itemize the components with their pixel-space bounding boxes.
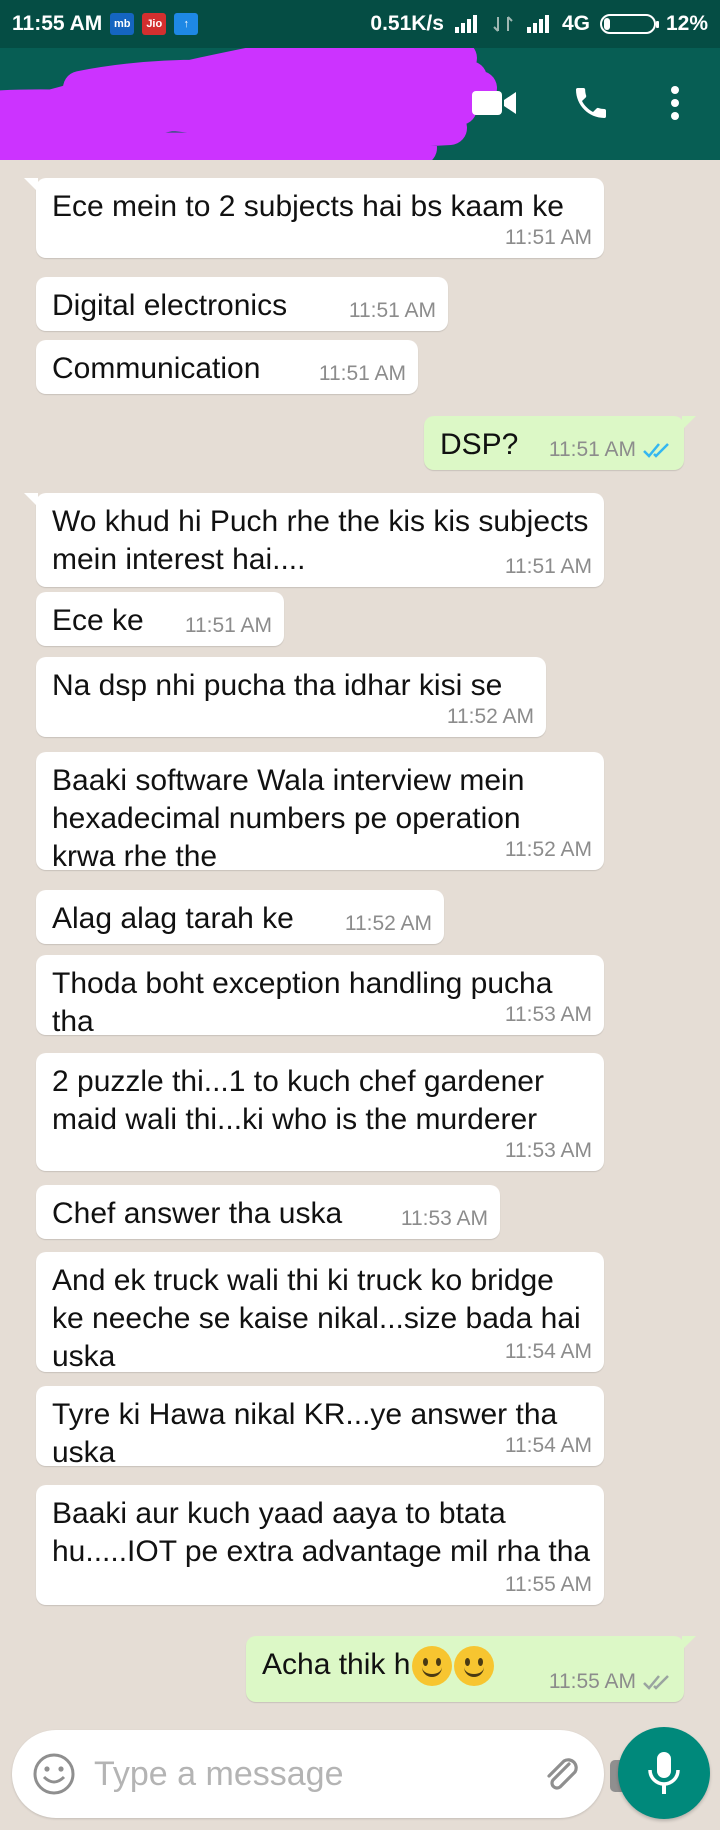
message-time-status: 11:55 AM	[549, 1670, 672, 1694]
message-time: 11:53 AM	[400, 1207, 488, 1230]
attach-icon[interactable]	[537, 1750, 585, 1798]
message-incoming[interactable]: Na dsp nhi pucha tha idhar kisi se 11:52…	[36, 657, 546, 737]
message-outgoing[interactable]: Acha thik h 11:55 AM	[246, 1636, 696, 1702]
read-ticks-icon	[643, 443, 669, 458]
message-time: 11:52 AM	[504, 838, 592, 861]
message-time: 11:51 AM	[548, 438, 636, 461]
message-incoming[interactable]: Tyre ki Hawa nikal KR...ye answer tha us…	[36, 1386, 604, 1469]
message-text-content: Acha thik h	[262, 1648, 411, 1681]
video-call-icon[interactable]	[470, 78, 520, 128]
smiley-emoji-icon	[454, 1646, 495, 1687]
emoji-icon[interactable]	[30, 1750, 78, 1798]
message-time: 11:53 AM	[504, 1139, 592, 1162]
smiley-emoji-icon	[412, 1646, 453, 1687]
message-incoming[interactable]: Baaki aur kuch yaad aaya to btata hu....…	[36, 1485, 604, 1605]
more-options-icon[interactable]	[650, 78, 700, 128]
status-time: 11:55 AM	[12, 12, 103, 35]
message-time: 11:53 AM	[504, 1003, 592, 1026]
message-input[interactable]	[94, 1754, 537, 1794]
message-incoming[interactable]: Wo khud hi Puch rhe the kis kis subjects…	[24, 493, 604, 587]
message-time: 11:54 AM	[504, 1434, 592, 1457]
message-time-status: 11:51 AM	[549, 438, 672, 462]
message-time: 11:51 AM	[348, 299, 436, 322]
mic-icon	[648, 1752, 680, 1794]
network-type: 4G	[561, 12, 590, 35]
upload-icon: ↑	[174, 13, 199, 35]
message-time: 11:51 AM	[504, 226, 592, 249]
message-text: Baaki aur kuch yaad aaya to btata hu....…	[52, 1497, 591, 1568]
message-text: Na dsp nhi pucha tha idhar kisi se	[52, 669, 503, 702]
chat-header: ...41	[0, 48, 720, 160]
mic-button[interactable]	[618, 1727, 710, 1819]
message-composer	[12, 1730, 648, 1818]
redaction-scribble	[0, 48, 497, 160]
message-incoming[interactable]: Communication 11:51 AM	[36, 340, 418, 394]
message-incoming[interactable]: Ece mein to 2 subjects hai bs kaam ke 11…	[24, 178, 604, 258]
battery-icon	[599, 14, 659, 34]
message-incoming[interactable]: Baaki software Wala interview mein hexad…	[36, 752, 604, 873]
message-incoming[interactable]: Digital electronics 11:51 AM	[36, 277, 448, 331]
message-incoming[interactable]: Alag alag tarah ke 11:52 AM	[36, 890, 444, 944]
message-text: Ece mein to 2 subjects hai bs kaam ke	[52, 190, 564, 223]
message-incoming[interactable]: 2 puzzle thi...1 to kuch chef gardener m…	[36, 1053, 604, 1171]
signal-icon	[454, 15, 477, 33]
network-speed: 0.51K/s	[370, 12, 444, 35]
message-time: 11:51 AM	[184, 614, 272, 637]
message-incoming[interactable]: Ece ke 11:51 AM	[36, 592, 284, 646]
mb-app-icon: mb	[110, 13, 135, 35]
message-incoming[interactable]: And ek truck wali thi ki truck ko bridge…	[36, 1252, 604, 1373]
message-time: 11:54 AM	[504, 1340, 592, 1363]
signal-icon-2	[526, 15, 549, 33]
message-outgoing[interactable]: DSP? 11:51 AM	[424, 416, 696, 470]
status-bar: 11:55 AM mb Jio ↑ 0.51K/s 4G 12%	[0, 0, 720, 48]
message-time: 11:55 AM	[548, 1670, 636, 1693]
battery-percent: 12%	[665, 12, 708, 35]
delivered-ticks-icon	[643, 1675, 669, 1690]
voice-call-icon[interactable]	[566, 78, 616, 128]
message-time: 11:52 AM	[344, 912, 432, 935]
message-incoming[interactable]: Thoda boht exception handling pucha tha …	[36, 955, 604, 1038]
battery-fill	[603, 18, 610, 30]
message-list[interactable]: Ece mein to 2 subjects hai bs kaam ke 11…	[0, 160, 720, 1720]
message-time: 11:51 AM	[318, 362, 406, 385]
message-time: 11:51 AM	[504, 555, 592, 578]
message-incoming[interactable]: Chef answer tha uska 11:53 AM	[36, 1185, 500, 1239]
message-time: 11:52 AM	[446, 705, 534, 728]
message-time: 11:55 AM	[504, 1573, 592, 1596]
message-text: 2 puzzle thi...1 to kuch chef gardener m…	[52, 1065, 553, 1136]
jio-app-icon: Jio	[142, 13, 167, 35]
data-transfer-icon	[493, 16, 513, 32]
